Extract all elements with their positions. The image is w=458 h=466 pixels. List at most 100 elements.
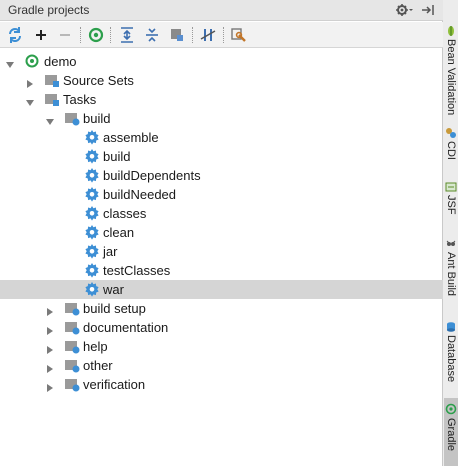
gear-icon[interactable]	[395, 2, 413, 18]
right-tool-window-bar: Bean Validation CDI JSF Ant Build Databa…	[444, 0, 458, 466]
sidebar-tab-label: CDI	[445, 141, 457, 160]
task-gear-icon	[84, 281, 100, 297]
toolbar-separator	[80, 27, 81, 43]
tree-label: Source Sets	[63, 73, 134, 88]
toolbar-separator	[192, 27, 193, 43]
collapsed-arrow-icon[interactable]	[45, 361, 55, 373]
tree-label: documentation	[83, 320, 169, 335]
tree-row-task[interactable]: jar	[0, 242, 443, 261]
tree-label: build setup	[83, 301, 146, 316]
sidebar-tab-label: Bean Validation	[445, 39, 457, 116]
tree-row-tasks[interactable]: Tasks	[0, 90, 443, 109]
task-group-folder-icon	[64, 357, 80, 373]
expanded-arrow-icon[interactable]	[5, 57, 15, 68]
execute-task-icon[interactable]	[86, 25, 106, 45]
tree-row-task[interactable]: classes	[0, 204, 443, 223]
expanded-arrow-icon[interactable]	[45, 114, 55, 125]
add-icon[interactable]	[31, 25, 51, 45]
tasks-folder-icon	[44, 91, 60, 107]
task-group-folder-icon	[64, 376, 80, 392]
task-group-folder-icon	[64, 110, 80, 126]
toolbar-separator	[223, 27, 224, 43]
tree-label: Tasks	[63, 92, 97, 107]
collapsed-arrow-icon[interactable]	[45, 380, 55, 392]
gradle-projects-panel: Gradle projects demo Source Sets Tasks b…	[0, 0, 443, 466]
tree-label: assemble	[103, 130, 159, 145]
task-gear-icon	[84, 205, 100, 221]
tree-row-task[interactable]: buildNeeded	[0, 185, 443, 204]
task-gear-icon	[84, 186, 100, 202]
gradle-project-icon	[24, 53, 40, 69]
task-gear-icon	[84, 167, 100, 183]
gradle-icon	[445, 402, 457, 415]
task-group-folder-icon	[64, 319, 80, 335]
task-gear-icon	[84, 224, 100, 240]
tree-label: testClasses	[103, 263, 171, 278]
tree-label: jar	[103, 244, 118, 259]
task-gear-icon	[84, 129, 100, 145]
collapse-all-icon[interactable]	[142, 25, 162, 45]
panel-title-bar: Gradle projects	[0, 0, 443, 21]
remove-icon[interactable]	[55, 25, 75, 45]
sidebar-tab-bean-validation[interactable]: Bean Validation	[444, 22, 458, 116]
sidebar-tab-label: Database	[445, 335, 457, 383]
sidebar-tab-database[interactable]: Database	[444, 318, 458, 383]
refresh-all-icon[interactable]	[5, 25, 25, 45]
task-gear-icon	[84, 148, 100, 164]
panel-title: Gradle projects	[8, 3, 90, 17]
toggle-offline-icon[interactable]	[198, 25, 218, 45]
jsf-icon	[445, 180, 457, 192]
cdi-icon	[445, 126, 457, 138]
task-gear-icon	[84, 243, 100, 259]
tree-label: other	[83, 358, 113, 373]
tree-row-group[interactable]: documentation	[0, 318, 443, 337]
tree-label: classes	[103, 206, 147, 221]
collapsed-arrow-icon[interactable]	[45, 342, 55, 354]
sidebar-tab-cdi[interactable]: CDI	[444, 124, 458, 166]
toolbar-separator	[110, 27, 111, 43]
sidebar-tab-label: Ant Build	[445, 252, 457, 297]
tree-row-source-sets[interactable]: Source Sets	[0, 71, 443, 90]
tree-row-task[interactable]: assemble	[0, 128, 443, 147]
tree-row-group[interactable]: verification	[0, 375, 443, 394]
tree-row-task[interactable]: buildDependents	[0, 166, 443, 185]
tree-row-build-group[interactable]: build	[0, 109, 443, 128]
expand-all-icon[interactable]	[117, 25, 137, 45]
tree-row-task[interactable]: build	[0, 147, 443, 166]
tree-row-group[interactable]: help	[0, 337, 443, 356]
collapsed-arrow-icon[interactable]	[25, 76, 35, 88]
tree-label: build	[83, 111, 111, 126]
tree-label: build	[103, 149, 131, 164]
sidebar-tab-ant-build[interactable]: Ant Build	[444, 235, 458, 297]
tree-label: demo	[44, 54, 77, 69]
tree-label: buildDependents	[103, 168, 201, 183]
tree-row-task[interactable]: clean	[0, 223, 443, 242]
tree-label: verification	[83, 377, 146, 392]
task-group-folder-icon	[64, 300, 80, 316]
tree-label: war	[103, 282, 124, 297]
collapsed-arrow-icon[interactable]	[45, 304, 55, 316]
sidebar-tab-label: JSF	[445, 195, 457, 215]
bean-validation-icon	[445, 24, 457, 36]
hide-panel-icon[interactable]	[420, 2, 436, 18]
tree-row-group[interactable]: other	[0, 356, 443, 375]
offline-mode-icon[interactable]	[167, 25, 187, 45]
sidebar-tab-jsf[interactable]: JSF	[444, 178, 458, 220]
tree-row-demo[interactable]: demo	[0, 52, 443, 71]
tree-label: clean	[103, 225, 135, 240]
ant-build-icon	[445, 237, 457, 249]
sidebar-tab-label: Gradle	[445, 418, 457, 452]
expanded-arrow-icon[interactable]	[25, 95, 35, 106]
task-group-folder-icon	[64, 338, 80, 354]
sidebar-tab-gradle[interactable]: Gradle	[444, 398, 458, 466]
toolbar	[0, 22, 443, 48]
tree-row-task-selected[interactable]: war	[0, 280, 443, 299]
task-gear-icon	[84, 262, 100, 278]
tree-label: help	[83, 339, 108, 354]
collapsed-arrow-icon[interactable]	[45, 323, 55, 335]
source-sets-folder-icon	[44, 72, 60, 88]
tree-label: buildNeeded	[103, 187, 177, 202]
tree-row-group[interactable]: build setup	[0, 299, 443, 318]
tree-row-task[interactable]: testClasses	[0, 261, 443, 280]
settings-wrench-icon[interactable]	[229, 25, 249, 45]
